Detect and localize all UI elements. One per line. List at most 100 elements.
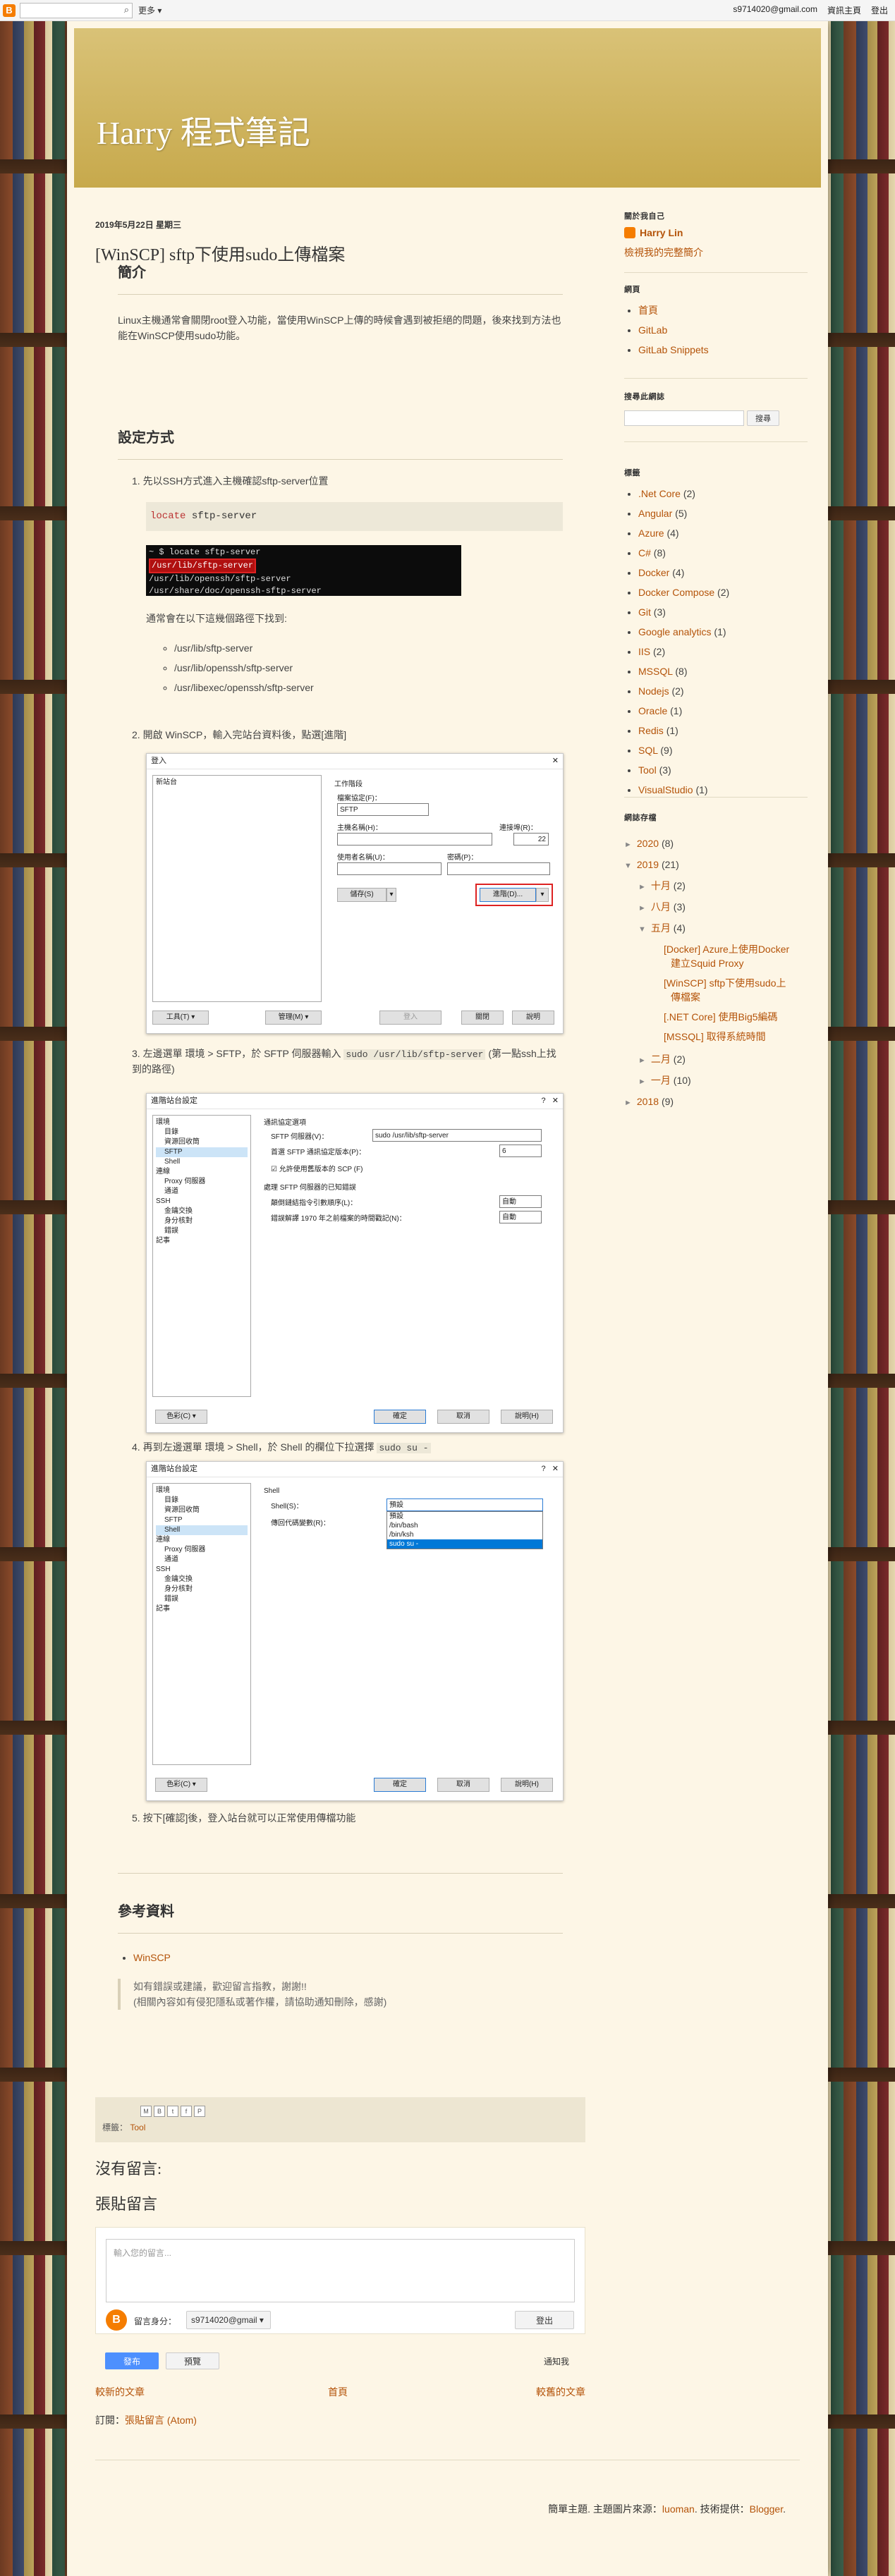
page-link[interactable]: 首頁 [638,305,658,316]
navbar-dashboard-link[interactable]: 資訊主頁 [827,4,861,16]
post-title[interactable]: [WinSCP] sftp下使用sudo上傳檔案 [95,240,585,265]
shell-dropdown[interactable]: 預設 /bin/bash /bin/ksh sudo su - [386,1511,543,1549]
label-count: (2) [683,488,695,499]
label-link[interactable]: C# [638,547,651,558]
label-count: (3) [659,764,671,776]
label-link[interactable]: Git [638,606,651,618]
label-item[interactable]: SQL (9) [638,740,808,760]
comment-form: 輸入您的留言... B 留言身分： s9714020@gmail ▾ 登出 [95,2227,585,2334]
label-item[interactable]: C# (8) [638,543,808,563]
label-link[interactable]: Tool [130,2123,145,2132]
label-link[interactable]: Google analytics [638,626,712,637]
comment-textarea[interactable]: 輸入您的留言... [106,2239,575,2302]
winscp-reference-link[interactable]: WinSCP [133,1952,171,1963]
label-count: (8) [675,666,688,677]
archive-year-2019[interactable]: ▼ 2019 (21) [624,855,808,876]
references-heading: 參考資料 [118,1901,563,1934]
label-item[interactable]: Azure (4) [638,523,808,543]
label-link[interactable]: MSSQL [638,666,673,677]
archive-post-link[interactable]: [.NET Core] 使用Big5編碼 [664,1011,778,1023]
pinterest-share-icon[interactable]: P [194,2106,205,2117]
home-link[interactable]: 首頁 [328,2385,348,2399]
step-1-code: locate sftp-server [146,501,563,532]
label-link[interactable]: IIS [638,646,650,657]
page-link[interactable]: GitLab Snippets [638,344,709,355]
navbar-email[interactable]: s9714020@gmail.com [733,4,817,16]
blog-share-icon[interactable]: B [154,2106,165,2117]
label-item[interactable]: IIS (2) [638,642,808,661]
blog-title[interactable]: Harry 程式筆記 [97,107,310,154]
label-item[interactable]: Redis (1) [638,721,808,740]
label-link[interactable]: VisualStudio [638,784,693,795]
navbar-more-menu[interactable]: 更多 ▾ [138,4,162,16]
archive-month-oct[interactable]: ► 十月 (2) [624,876,808,897]
search-icon[interactable]: ⌕ [124,4,129,16]
atom-feed-link[interactable]: 張貼留言 (Atom) [125,2415,197,2426]
identity-select[interactable]: s9714020@gmail ▾ [186,2311,271,2329]
sidebar-search-button[interactable]: 搜尋 [747,410,779,426]
label-item[interactable]: Angular (5) [638,503,808,523]
label-link[interactable]: Docker [638,567,669,578]
author-link[interactable]: Harry Lin [640,227,683,238]
label-item[interactable]: Nodejs (2) [638,681,808,701]
older-posts-link[interactable]: 較舊的文章 [536,2385,585,2399]
label-link[interactable]: SQL [638,745,658,756]
label-item[interactable]: Oracle (1) [638,701,808,721]
archive-year-2020[interactable]: ► 2020 (8) [624,834,808,855]
username-field [337,862,442,875]
archive-month-feb[interactable]: ► 二月 (2) [624,1049,808,1070]
label-item[interactable]: Docker (4) [638,563,808,582]
intro-text: Linux主機通常會關閉root登入功能，當使用WinSCP上傳的時候會遇到被拒… [118,315,561,341]
cancel-button: 取消 [437,1410,489,1424]
label-item[interactable]: Google analytics (1) [638,622,808,642]
archive-month-aug[interactable]: ► 八月 (3) [624,897,808,918]
label-link[interactable]: Oracle [638,705,667,716]
about-title: 關於我自己 [624,212,665,221]
archive-post-link[interactable]: [MSSQL] 取得系統時間 [664,1031,766,1042]
label-link[interactable]: Angular [638,508,672,519]
label-item[interactable]: Docker Compose (2) [638,582,808,602]
label-item[interactable]: Git (3) [638,602,808,622]
navbar-logout-link[interactable]: 登出 [871,4,888,16]
comment-logout-button[interactable]: 登出 [515,2311,574,2329]
archive-widget: 網誌存檔 ► 2020 (8) ▼ 2019 (21) ► 十月 (2) ► 八… [624,808,808,1113]
label-count: (8) [653,547,666,558]
publish-button[interactable]: 發布 [105,2352,159,2369]
profile-link[interactable]: 檢視我的完整簡介 [624,247,703,258]
archive-month-may[interactable]: ▼ 五月 (4) [624,918,808,939]
blogger-link[interactable]: Blogger [750,2503,783,2515]
newer-posts-link[interactable]: 較新的文章 [95,2385,145,2399]
notify-me-link[interactable]: 通知我 [544,2355,569,2367]
theme-author-link[interactable]: luoman [662,2503,695,2515]
footer-attribution: 簡單主題. 主題圖片來源：luoman. 技術提供：Blogger. [548,2503,786,2515]
label-link[interactable]: Docker Compose [638,587,714,598]
label-link[interactable]: .Net Core [638,488,681,499]
search-widget: 搜尋此網誌 搜尋 [624,391,808,426]
label-count: (3) [653,606,666,618]
email-share-icon[interactable]: M [140,2106,152,2117]
preview-button[interactable]: 預覽 [166,2352,219,2369]
label-link[interactable]: Azure [638,527,664,539]
page-link[interactable]: GitLab [638,324,667,336]
facebook-share-icon[interactable]: f [181,2106,192,2117]
twitter-share-icon[interactable]: t [167,2106,178,2117]
archive-post-link[interactable]: [WinSCP] sftp下使用sudo上傳檔案 [664,977,786,1003]
label-item[interactable]: .Net Core (2) [638,484,808,503]
archive-month-jan[interactable]: ► 一月 (10) [624,1070,808,1092]
label-link[interactable]: Redis [638,725,664,736]
navbar-search-input[interactable]: ⌕ [20,2,133,18]
label-link[interactable]: Tool [638,764,657,776]
no-comments-heading: 沒有留言: [95,2160,162,2178]
close-icon: ✕ [552,756,559,765]
blogger-logo[interactable]: B [3,4,16,17]
archive-post-link[interactable]: [Docker] Azure上使用Docker建立Squid Proxy [664,944,789,969]
step-4: 4. 再到左邊選單 環境 > Shell，於 Shell 的欄位下拉選擇 sud… [132,1440,563,1455]
label-item[interactable]: Tool (3) [638,760,808,780]
pages-widget: 網頁 首頁 GitLab GitLab Snippets [624,283,808,360]
setup-heading: 設定方式 [118,427,563,460]
sidebar-search-input[interactable] [624,410,744,426]
step-1: 1. 先以SSH方式進入主機確認sftp-server位置 [132,475,329,487]
label-item[interactable]: MSSQL (8) [638,661,808,681]
label-link[interactable]: Nodejs [638,685,669,697]
archive-year-2018[interactable]: ► 2018 (9) [624,1092,808,1113]
